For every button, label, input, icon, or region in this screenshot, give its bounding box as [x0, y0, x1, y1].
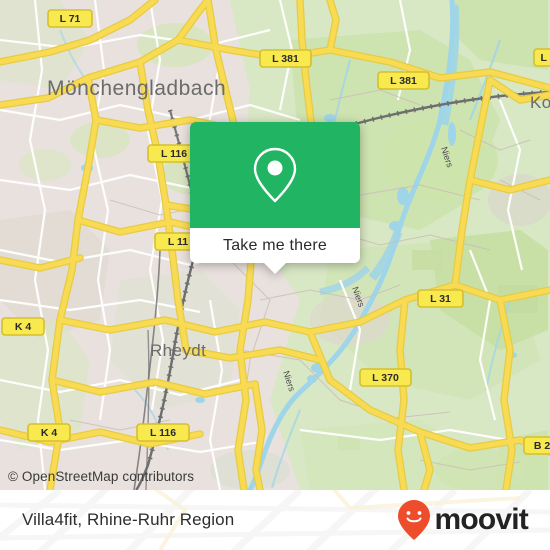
- road-shield-l116-c: L 116: [136, 423, 190, 442]
- footer-bar: Villa4fit, Rhine-Ruhr Region moovit: [0, 490, 550, 550]
- road-shield-l3-clipped: L 3: [533, 48, 550, 67]
- svg-text:L 31: L 31: [430, 293, 451, 305]
- road-shield-k4-a: K 4: [1, 317, 45, 336]
- moovit-wordmark: moovit: [434, 503, 528, 536]
- take-me-there-callout[interactable]: Take me there: [190, 122, 360, 274]
- road-shield-b2-clipped: B 2: [523, 436, 550, 455]
- svg-text:L 116: L 116: [150, 427, 176, 439]
- road-shield-l381-a: L 381: [259, 49, 312, 68]
- road-shield-l31: L 31: [417, 289, 464, 308]
- svg-text:K 4: K 4: [41, 427, 58, 439]
- road-shield-l71: L 71: [47, 9, 93, 28]
- page-title: Villa4fit, Rhine-Ruhr Region: [22, 510, 235, 529]
- moovit-map-screen: Mönchengladbach Rheydt Ko Niers Niers Ni…: [0, 0, 550, 550]
- city-label-rheydt: Rheydt: [150, 341, 206, 360]
- callout-pointer-tail: [263, 262, 287, 274]
- road-shield-l381-b: L 381: [377, 71, 430, 90]
- svg-text:L 381: L 381: [272, 53, 299, 65]
- moovit-brand-logo[interactable]: moovit: [397, 499, 529, 541]
- svg-text:L 381: L 381: [390, 75, 417, 87]
- callout-icon-area: [190, 122, 360, 228]
- svg-text:L 3: L 3: [541, 52, 550, 64]
- map-pin-icon: [253, 147, 297, 203]
- osm-attribution[interactable]: © OpenStreetMap contributors: [0, 465, 550, 490]
- take-me-there-label: Take me there: [223, 236, 327, 254]
- city-label-monchengladbach: Mönchengladbach: [47, 77, 226, 100]
- svg-text:K 4: K 4: [15, 321, 32, 333]
- svg-text:B 2: B 2: [534, 440, 550, 452]
- moovit-smiling-pin-icon: [398, 500, 431, 540]
- svg-text:L 370: L 370: [372, 372, 399, 384]
- road-shield-l370: L 370: [359, 368, 412, 387]
- svg-text:L 116: L 116: [161, 148, 187, 160]
- callout-action-area[interactable]: Take me there: [190, 228, 360, 263]
- city-label-korschenbroich-clipped: Ko: [530, 93, 550, 112]
- svg-text:L 11: L 11: [168, 236, 188, 248]
- road-shield-k4-b: K 4: [27, 423, 71, 442]
- svg-text:L 71: L 71: [60, 13, 81, 25]
